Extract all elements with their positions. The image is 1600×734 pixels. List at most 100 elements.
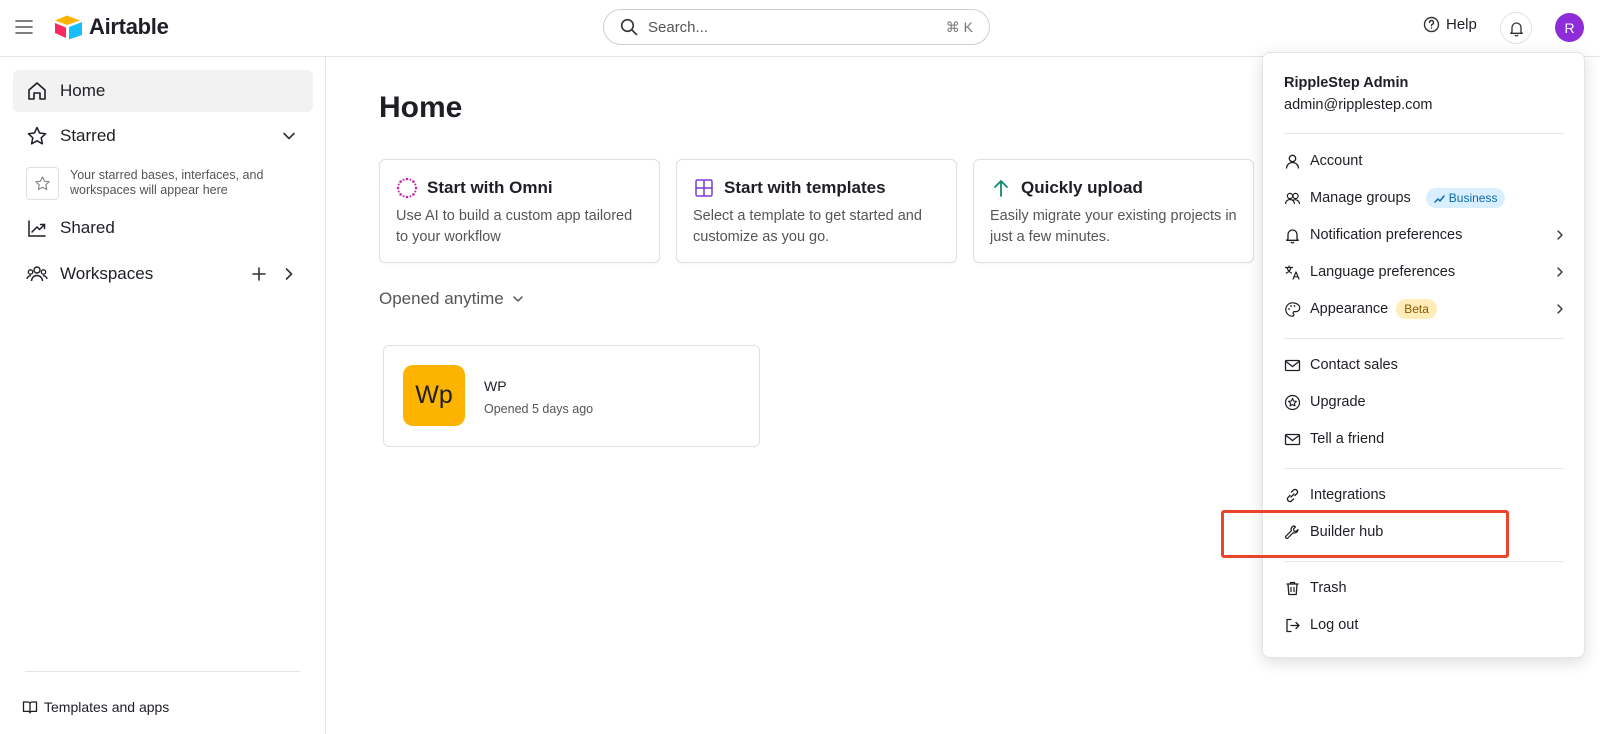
sidebar-item-shared[interactable]: Shared (13, 207, 313, 249)
sidebar-item-workspaces[interactable]: Workspaces (13, 253, 313, 295)
star-icon (27, 126, 47, 145)
menu-item-label: Upgrade (1310, 394, 1366, 410)
search-shortcut: ⌘ K (945, 18, 973, 35)
users-icon (26, 266, 48, 282)
base-card-wp[interactable]: Wp WP Opened 5 days ago (383, 345, 760, 447)
airtable-logo-icon (55, 15, 82, 40)
notifications-button[interactable] (1500, 12, 1532, 44)
business-badge-icon (1434, 194, 1445, 203)
menu-item-notification-preferences[interactable]: Notification preferences (1275, 218, 1575, 252)
menu-item-label: Language preferences (1310, 264, 1456, 280)
bell-icon (1286, 228, 1299, 243)
menu-item-label: Builder hub (1310, 524, 1384, 540)
chevron-right-icon[interactable] (279, 264, 299, 284)
menu-item-account[interactable]: Account (1275, 144, 1575, 178)
chevron-right-icon (1557, 230, 1563, 240)
sidebar-item-label: Home (60, 81, 106, 100)
chevron-right-icon (1557, 267, 1563, 277)
palette-icon (1285, 301, 1301, 317)
base-opened-time: Opened 5 days ago (484, 402, 594, 416)
chevron-down-icon[interactable] (279, 126, 299, 146)
add-workspace-icon[interactable] (249, 264, 269, 284)
envelope-icon (1284, 359, 1301, 371)
menu-item-upgrade[interactable]: Upgrade (1275, 385, 1575, 419)
menu-item-appearance[interactable]: Appearance Beta (1275, 292, 1575, 326)
menu-item-label: Tell a friend (1310, 431, 1385, 447)
quickly-upload-card[interactable]: Quickly upload Easily migrate your exist… (973, 159, 1254, 263)
business-badge-label: Business (1448, 191, 1498, 205)
menu-item-label: Account (1310, 153, 1363, 169)
card-description: Use AI to build a custom app tailored to… (396, 208, 633, 245)
opened-filter-label: Opened anytime (379, 289, 504, 308)
sidebar-item-label: Starred (60, 126, 116, 145)
business-badge: Business (1425, 188, 1506, 208)
opened-anytime-filter[interactable]: Opened anytime (379, 289, 525, 309)
menu-item-label: Manage groups (1310, 190, 1411, 206)
menu-item-builder-hub[interactable]: Builder hub (1275, 515, 1575, 549)
search-input[interactable]: Search... ⌘ K (603, 9, 990, 45)
sidebar-item-starred[interactable]: Starred (13, 115, 313, 157)
app-name: Airtable (89, 14, 169, 39)
hamburger-menu-icon[interactable] (14, 17, 34, 37)
user-name: RippleStep Admin (1284, 75, 1409, 91)
menu-item-log-out[interactable]: Log out (1275, 608, 1575, 642)
user-avatar[interactable]: R (1555, 13, 1584, 42)
help-button[interactable]: Help (1423, 16, 1477, 33)
logout-icon (1286, 618, 1300, 632)
sidebar-item-label: Shared (60, 218, 115, 237)
menu-item-manage-groups[interactable]: Manage groups Business (1275, 181, 1575, 215)
sidebar: Home Starred Your starred bases, interfa… (0, 57, 326, 734)
menu-item-label: Log out (1310, 617, 1359, 633)
link-icon (1286, 488, 1299, 502)
translate-icon (1284, 264, 1300, 280)
base-icon: Wp (403, 365, 465, 426)
menu-item-label: Trash (1310, 580, 1347, 596)
users-icon (1284, 192, 1301, 204)
menu-divider (1284, 338, 1564, 339)
page-title: Home (379, 91, 463, 124)
starred-empty-state: Your starred bases, interfaces, and work… (26, 167, 290, 200)
omni-icon (396, 177, 418, 199)
sidebar-item-home[interactable]: Home (13, 70, 313, 112)
envelope-icon (1284, 433, 1301, 445)
sidebar-divider (25, 671, 300, 672)
arrow-up-icon (994, 180, 1008, 197)
menu-item-label: Integrations (1310, 487, 1386, 503)
templates-label: Templates and apps (44, 699, 170, 715)
card-description: Easily migrate your existing projects in… (990, 208, 1237, 245)
user-email: admin@ripplestep.com (1284, 97, 1433, 113)
beta-badge: Beta (1396, 299, 1437, 319)
help-circle-icon (1423, 16, 1440, 33)
sidebar-item-label: Workspaces (60, 264, 154, 283)
menu-item-label: Contact sales (1310, 357, 1398, 373)
menu-item-trash[interactable]: Trash (1275, 571, 1575, 605)
search-placeholder: Search... (648, 18, 709, 36)
menu-item-integrations[interactable]: Integrations (1275, 478, 1575, 512)
base-name: WP (484, 378, 507, 394)
start-with-omni-card[interactable]: Start with Omni Use AI to build a custom… (379, 159, 660, 263)
chevron-right-icon (1557, 304, 1563, 314)
menu-item-language-preferences[interactable]: Language preferences (1275, 255, 1575, 289)
star-badge-icon (1284, 394, 1301, 410)
menu-item-tell-a-friend[interactable]: Tell a friend (1275, 422, 1575, 456)
menu-item-label: Appearance (1310, 301, 1389, 317)
card-description: Select a template to get started and cus… (693, 208, 922, 245)
grid-icon (695, 179, 713, 197)
menu-divider (1284, 561, 1564, 562)
shared-icon (28, 220, 46, 237)
star-outline-icon (35, 176, 50, 191)
user-icon (1285, 154, 1300, 169)
start-with-templates-card[interactable]: Start with templates Select a template t… (676, 159, 957, 263)
starred-empty-text: Your starred bases, interfaces, and work… (70, 168, 264, 197)
trash-icon (1286, 581, 1299, 595)
card-title: Start with templates (724, 178, 886, 197)
templates-and-apps-link[interactable]: Templates and apps (22, 699, 169, 715)
menu-item-contact-sales[interactable]: Contact sales (1275, 348, 1575, 382)
search-icon (620, 18, 638, 36)
top-bar: Airtable Search... ⌘ K Help R (0, 0, 1600, 57)
airtable-logo[interactable]: Airtable (54, 14, 169, 40)
chevron-down-icon (513, 296, 523, 302)
menu-item-label: Notification preferences (1310, 227, 1463, 243)
bell-icon (1509, 21, 1523, 36)
card-title: Start with Omni (427, 178, 553, 197)
